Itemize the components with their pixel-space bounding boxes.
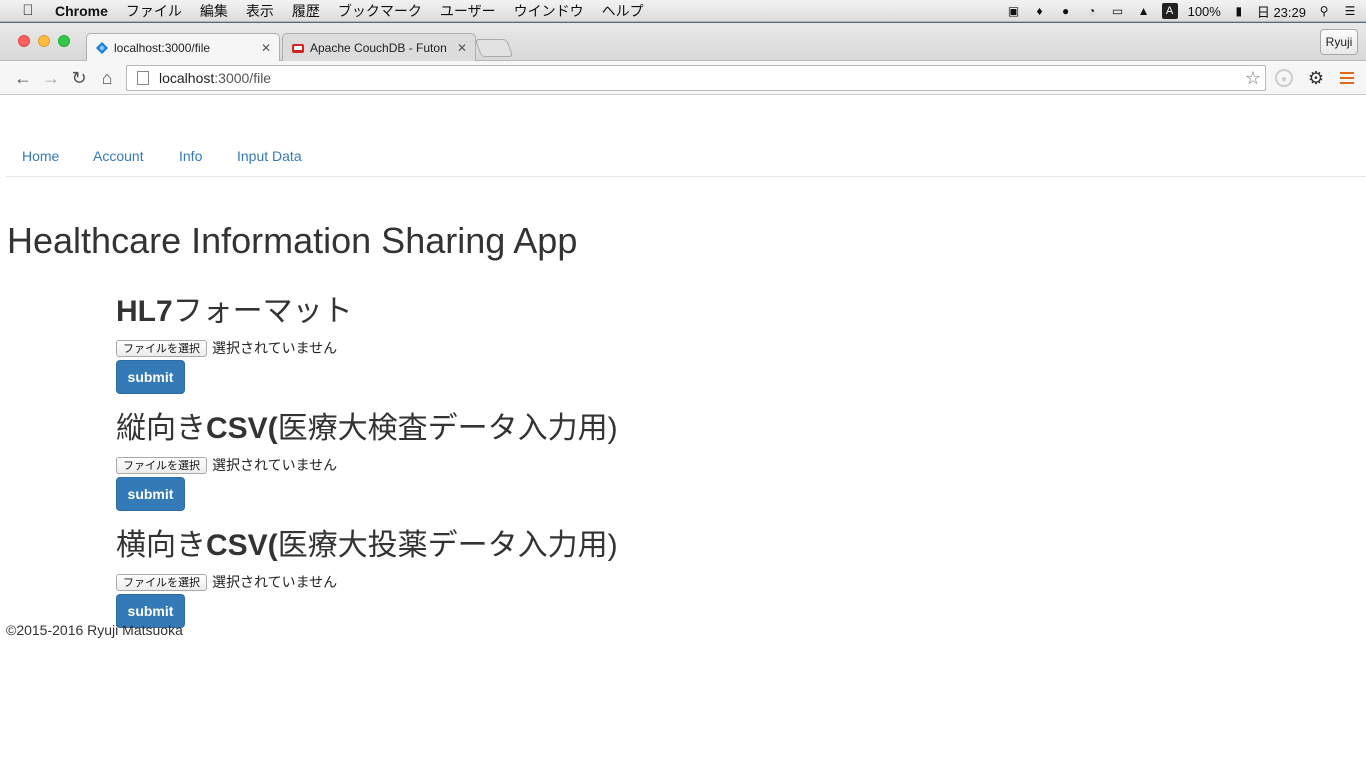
file-input: ファイルを選択 選択されていません: [116, 572, 618, 592]
section-title-bold: CSV(: [206, 412, 278, 445]
window-zoom-button[interactable]: [58, 35, 70, 47]
airplay-icon[interactable]: ▭: [1110, 4, 1126, 18]
tab-couchdb-futon[interactable]: Apache CouchDB - Futon ✕: [282, 33, 476, 61]
upload-section-horizontal-csv: 横向きCSV(医療大投薬データ入力用) ファイルを選択 選択されていません su…: [116, 520, 618, 628]
lock-icon[interactable]: ●: [1058, 4, 1074, 18]
menubar-status-area: ▣ ♦ ● ◔ ▭ ▲ A 100% ▮ 日 23:29 ⚲ ☰: [1006, 0, 1358, 22]
camera-icon[interactable]: ▣: [1006, 4, 1022, 18]
nav-link-info[interactable]: Info: [179, 148, 202, 164]
menu-bookmarks[interactable]: ブックマーク: [329, 1, 431, 21]
site-favicon-icon: [96, 41, 108, 54]
no-file-selected-text: 選択されていません: [212, 574, 338, 590]
section-title-bold: HL7: [116, 295, 173, 328]
choose-file-button[interactable]: ファイルを選択: [116, 573, 207, 591]
profile-button[interactable]: Ryuji: [1320, 29, 1358, 55]
section-title: 縦向きCSV(医療大検査データ入力用): [116, 403, 618, 447]
choose-file-button[interactable]: ファイルを選択: [116, 456, 207, 474]
menu-file[interactable]: ファイル: [117, 1, 191, 21]
tab-title: Apache CouchDB - Futon: [310, 40, 447, 55]
menu-help[interactable]: ヘルプ: [593, 1, 653, 21]
nav-link-home[interactable]: Home: [22, 148, 59, 164]
spotlight-search-icon[interactable]: ⚲: [1316, 4, 1332, 18]
browser-window: localhost:3000/file ✕ Apache CouchDB - F…: [0, 23, 1366, 768]
bookmark-star-icon[interactable]: ☆: [1245, 68, 1261, 89]
tab-localhost-file[interactable]: localhost:3000/file ✕: [86, 33, 280, 61]
menu-people[interactable]: ユーザー: [431, 1, 505, 21]
extension-icon[interactable]: ●: [1275, 69, 1293, 87]
app-menu[interactable]: Chrome: [46, 3, 117, 19]
page-viewport: Home Account Info Input Data Healthcare …: [6, 96, 1366, 768]
menu-edit[interactable]: 編集: [191, 1, 237, 21]
menu-history[interactable]: 履歴: [283, 1, 329, 21]
section-title: HL7フォーマット: [116, 286, 353, 330]
clock[interactable]: 日 23:29: [1257, 2, 1306, 21]
section-title-rest: フォーマット: [172, 295, 353, 328]
nav-link-account[interactable]: Account: [93, 148, 144, 164]
file-input: ファイルを選択 選択されていません: [116, 455, 618, 475]
forward-arrow-icon[interactable]: →: [40, 67, 62, 89]
notification-center-icon[interactable]: ☰: [1342, 4, 1358, 18]
section-title-bold: CSV(: [206, 529, 278, 562]
evernote-icon[interactable]: ♦: [1032, 4, 1048, 18]
wifi-icon[interactable]: ▲: [1136, 4, 1152, 18]
section-title-rest: 医療大投薬データ入力用): [277, 529, 618, 562]
tab-close-icon[interactable]: ✕: [261, 41, 271, 55]
new-tab-button[interactable]: [474, 39, 514, 57]
submit-button[interactable]: submit: [116, 360, 185, 394]
no-file-selected-text: 選択されていません: [212, 340, 338, 356]
choose-file-button[interactable]: ファイルを選択: [116, 339, 207, 357]
site-navbar: Home Account Info Input Data: [6, 96, 1366, 177]
apple-menu-icon[interactable]: : [14, 2, 42, 19]
address-bar[interactable]: localhost:3000/file ☆: [126, 65, 1266, 91]
menu-view[interactable]: 表示: [237, 1, 283, 21]
browser-toolbar: ← → ↻ ⌂ localhost:3000/file ☆ ● ⚙: [0, 61, 1366, 95]
section-title: 横向きCSV(医療大投薬データ入力用): [116, 520, 618, 564]
no-file-selected-text: 選択されていません: [212, 457, 338, 473]
reload-icon[interactable]: ↻: [68, 67, 90, 89]
battery-icon[interactable]: ▮: [1231, 4, 1247, 18]
os-menu-bar:  Chrome ファイル 編集 表示 履歴 ブックマーク ユーザー ウインドウ…: [0, 0, 1366, 22]
file-input: ファイルを選択 選択されていません: [116, 338, 353, 358]
window-minimize-button[interactable]: [38, 35, 50, 47]
section-title-prefix: 横向き: [116, 529, 206, 562]
input-source-icon[interactable]: A: [1161, 3, 1178, 19]
upload-section-hl7: HL7フォーマット ファイルを選択 選択されていません submit: [116, 286, 353, 394]
gear-icon[interactable]: ⚙: [1307, 69, 1325, 87]
home-icon[interactable]: ⌂: [96, 67, 118, 89]
page-title: Healthcare Information Sharing App: [7, 220, 578, 261]
submit-button[interactable]: submit: [116, 477, 185, 511]
battery-percent: 100%: [1187, 3, 1221, 19]
upload-section-vertical-csv: 縦向きCSV(医療大検査データ入力用) ファイルを選択 選択されていません su…: [116, 403, 618, 511]
time-machine-icon[interactable]: ◔: [1084, 4, 1100, 18]
menu-window[interactable]: ウインドウ: [505, 1, 593, 21]
url-host: localhost: [159, 70, 215, 86]
nav-link-input-data[interactable]: Input Data: [237, 148, 302, 164]
couchdb-favicon-icon: [292, 43, 304, 53]
tab-title: localhost:3000/file: [114, 40, 211, 55]
tab-close-icon[interactable]: ✕: [457, 41, 467, 55]
section-title-prefix: 縦向き: [116, 412, 206, 445]
footer-copyright: ©2015-2016 Ryuji Matsuoka: [6, 622, 183, 638]
chrome-menu-icon[interactable]: [1340, 72, 1354, 84]
window-close-button[interactable]: [18, 35, 30, 47]
url-path: :3000/file: [214, 70, 272, 86]
back-arrow-icon[interactable]: ←: [12, 67, 34, 89]
tab-strip: localhost:3000/file ✕ Apache CouchDB - F…: [0, 23, 1366, 61]
section-title-rest: 医療大検査データ入力用): [277, 412, 618, 445]
page-icon: [137, 71, 149, 85]
